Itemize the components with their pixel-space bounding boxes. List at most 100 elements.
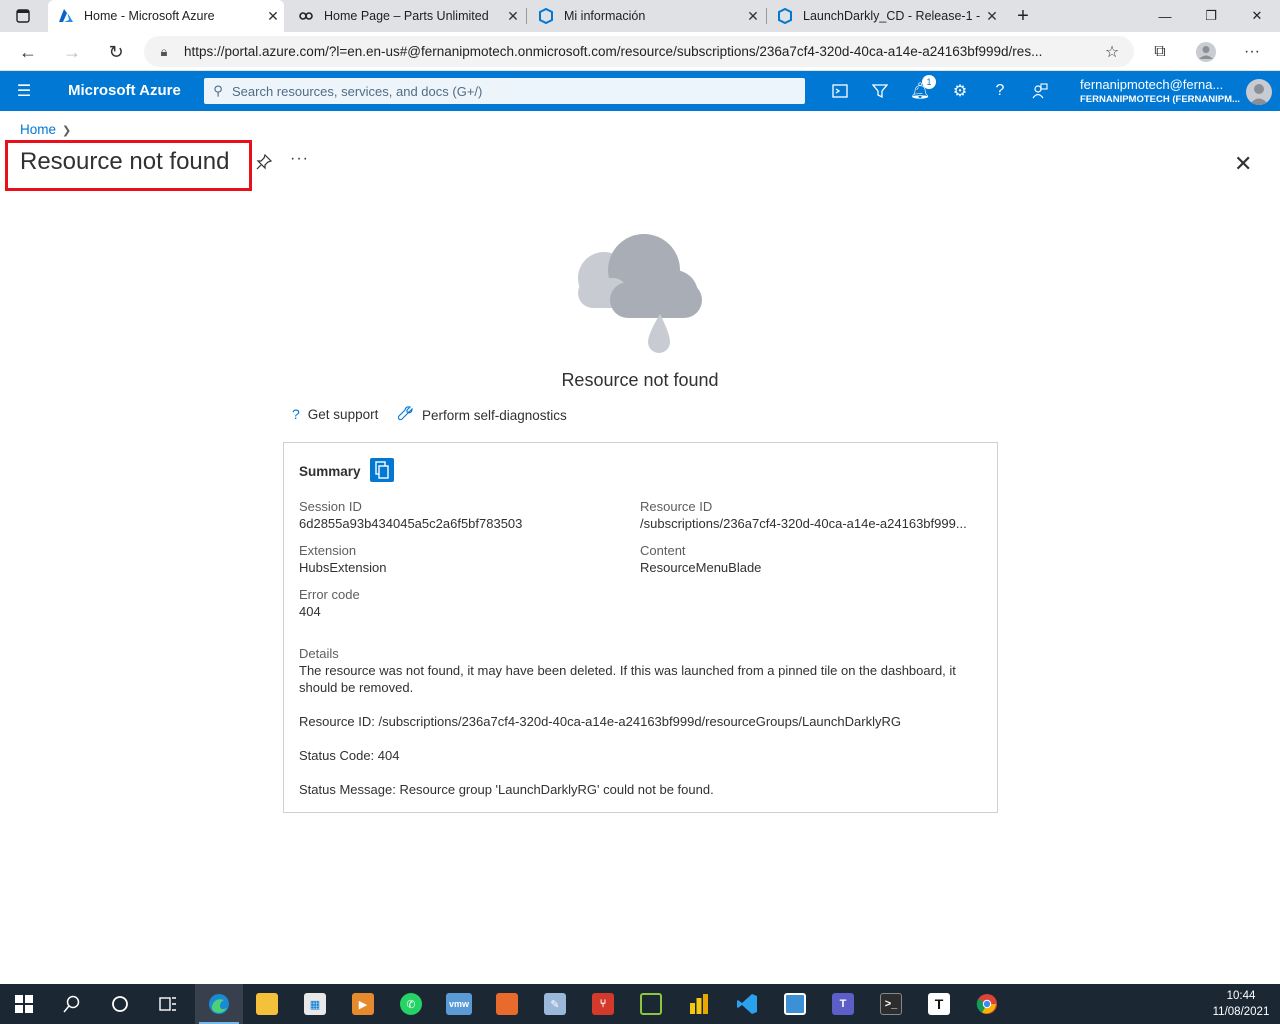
tab-azure-home[interactable]: Home - Microsoft Azure ✕ xyxy=(48,0,284,32)
tab-title: Home - Microsoft Azure xyxy=(84,9,215,23)
tab-actions-button[interactable] xyxy=(0,0,46,32)
taskbar-git[interactable]: ⑂ xyxy=(579,984,627,1024)
settings-button[interactable]: ⚙ xyxy=(942,78,978,104)
azure-devops-icon xyxy=(778,8,792,24)
feedback-icon xyxy=(1032,83,1048,99)
account-menu[interactable]: fernanipmotech@ferna... FERNANIPMOTECH (… xyxy=(1080,77,1240,105)
cloud-rain-icon xyxy=(578,234,702,353)
restore-icon: ❐ xyxy=(1205,8,1217,23)
minimize-button[interactable]: — xyxy=(1142,0,1188,32)
notifications-button[interactable]: 🔔︎ 1 xyxy=(902,75,938,104)
typora-icon: T xyxy=(928,993,950,1015)
taskbar-power-bi[interactable] xyxy=(675,984,723,1024)
content-label: Content xyxy=(640,543,686,558)
directory-filter-button[interactable] xyxy=(862,78,898,104)
cortana-button[interactable] xyxy=(96,984,144,1024)
account-tenant: FERNANIPMOTECH (FERNANIPM... xyxy=(1080,94,1240,105)
task-view-button[interactable] xyxy=(144,984,192,1024)
avatar[interactable] xyxy=(1246,79,1272,105)
chevron-right-icon: ❯ xyxy=(62,125,72,137)
taskbar-office[interactable] xyxy=(483,984,531,1024)
pin-button[interactable] xyxy=(256,153,273,174)
breadcrumb-home-link[interactable]: Home xyxy=(20,122,56,137)
copy-summary-button[interactable] xyxy=(370,458,394,482)
browser-toolbar: ← → ↻ 🔒︎ https://portal.azure.com/?l=en.… xyxy=(0,32,1280,71)
error-heading: Resource not found xyxy=(561,370,719,390)
close-blade-button[interactable]: ✕ xyxy=(1234,151,1252,177)
search-icon: ⚲ xyxy=(213,83,223,98)
taskbar-whatsapp[interactable]: ✆ xyxy=(387,984,435,1024)
back-button[interactable]: ← xyxy=(14,38,42,66)
more-actions-button[interactable]: ··· xyxy=(290,150,309,168)
tab-mi-informacion[interactable]: Mi información ✕ xyxy=(528,0,764,32)
taskbar-typora[interactable]: T xyxy=(915,984,963,1024)
cloud-shell-button[interactable] xyxy=(822,78,858,104)
tab-launchdarkly-release[interactable]: LaunchDarkly_CD - Release-1 - P ✕ xyxy=(767,0,1003,32)
taskbar-picture-viewer[interactable] xyxy=(771,984,819,1024)
refresh-icon: ↻ xyxy=(108,41,124,62)
pin-icon xyxy=(256,153,273,170)
azure-brand[interactable]: Microsoft Azure xyxy=(68,82,181,99)
details-resource-id: Resource ID: /subscriptions/236a7cf4-320… xyxy=(299,714,901,729)
copy-icon xyxy=(375,461,389,479)
taskbar-store[interactable]: ▦ xyxy=(291,984,339,1024)
start-button[interactable] xyxy=(0,984,48,1024)
close-tab-icon[interactable]: ✕ xyxy=(742,8,764,25)
self-diagnostics-label: Perform self-diagnostics xyxy=(422,408,567,423)
task-view-icon xyxy=(159,997,176,1011)
favorite-button[interactable]: ☆ xyxy=(1098,38,1126,66)
forward-button[interactable]: → xyxy=(58,38,86,66)
system-clock[interactable]: 10:44 11/08/2021 xyxy=(1208,988,1274,1020)
browser-menu-button[interactable]: ··· xyxy=(1238,38,1266,66)
taskbar-media-player[interactable]: ▶ xyxy=(339,984,387,1024)
folder-icon xyxy=(256,993,278,1015)
new-tab-button[interactable]: + xyxy=(1000,0,1046,32)
get-support-link[interactable]: ? Get support xyxy=(292,406,378,422)
address-bar[interactable]: 🔒︎ https://portal.azure.com/?l=en.en-us#… xyxy=(144,36,1134,67)
profile-button[interactable] xyxy=(1192,38,1220,66)
clock-date: 11/08/2021 xyxy=(1212,1006,1270,1018)
collections-button[interactable]: ⧉ xyxy=(1146,38,1174,66)
details-label: Details xyxy=(299,646,339,661)
breadcrumb: Home ❯ xyxy=(20,122,71,137)
taskbar-file-explorer[interactable] xyxy=(243,984,291,1024)
taskbar-paint[interactable]: ✎ xyxy=(531,984,579,1024)
close-tab-icon[interactable]: ✕ xyxy=(502,8,524,25)
azure-top-bar: ☰ Microsoft Azure ⚲ Search resources, se… xyxy=(0,71,1280,111)
search-placeholder: Search resources, services, and docs (G+… xyxy=(232,83,483,99)
global-search-input[interactable]: ⚲ Search resources, services, and docs (… xyxy=(204,78,805,104)
taskbar-vmware[interactable]: vmw xyxy=(435,984,483,1024)
taskbar-vscode[interactable] xyxy=(723,984,771,1024)
close-icon: ✕ xyxy=(1234,151,1253,176)
taskbar-edge[interactable] xyxy=(195,984,243,1024)
tab-parts-unlimited[interactable]: Home Page – Parts Unlimited ✕ xyxy=(288,0,524,32)
taskbar-terminal[interactable]: >_ xyxy=(867,984,915,1024)
star-add-icon: ☆ xyxy=(1104,44,1120,61)
session-id-label: Session ID xyxy=(299,499,362,514)
taskbar-gamepad[interactable] xyxy=(627,984,675,1024)
teams-icon: T xyxy=(832,993,854,1015)
details-status-code: Status Code: 404 xyxy=(299,748,400,763)
close-tab-icon[interactable]: ✕ xyxy=(262,8,284,25)
restore-button[interactable]: ❐ xyxy=(1188,0,1234,32)
help-button[interactable]: ? xyxy=(982,78,1018,104)
close-window-button[interactable]: ✕ xyxy=(1234,0,1280,32)
content-value: ResourceMenuBlade xyxy=(640,560,762,575)
portal-menu-button[interactable]: ☰ xyxy=(6,78,42,104)
taskbar-chrome[interactable] xyxy=(963,984,1011,1024)
tab-title: Mi información xyxy=(564,9,646,23)
more-icon: ··· xyxy=(1244,43,1260,60)
parts-unlimited-icon xyxy=(299,12,313,20)
question-icon: ? xyxy=(995,82,1005,99)
search-button[interactable] xyxy=(48,984,96,1024)
cloud-shell-icon xyxy=(832,84,848,98)
page-title: Resource not found xyxy=(20,148,230,175)
taskbar-teams[interactable]: T xyxy=(819,984,867,1024)
refresh-button[interactable]: ↻ xyxy=(102,38,130,66)
user-avatar-icon xyxy=(1249,84,1269,105)
feedback-button[interactable] xyxy=(1022,78,1058,104)
url-text: https://portal.azure.com/?l=en.en-us#@fe… xyxy=(184,44,1043,59)
edge-icon xyxy=(209,994,229,1014)
self-diagnostics-link[interactable]: Perform self-diagnostics xyxy=(397,406,567,425)
question-icon: ? xyxy=(292,406,300,422)
